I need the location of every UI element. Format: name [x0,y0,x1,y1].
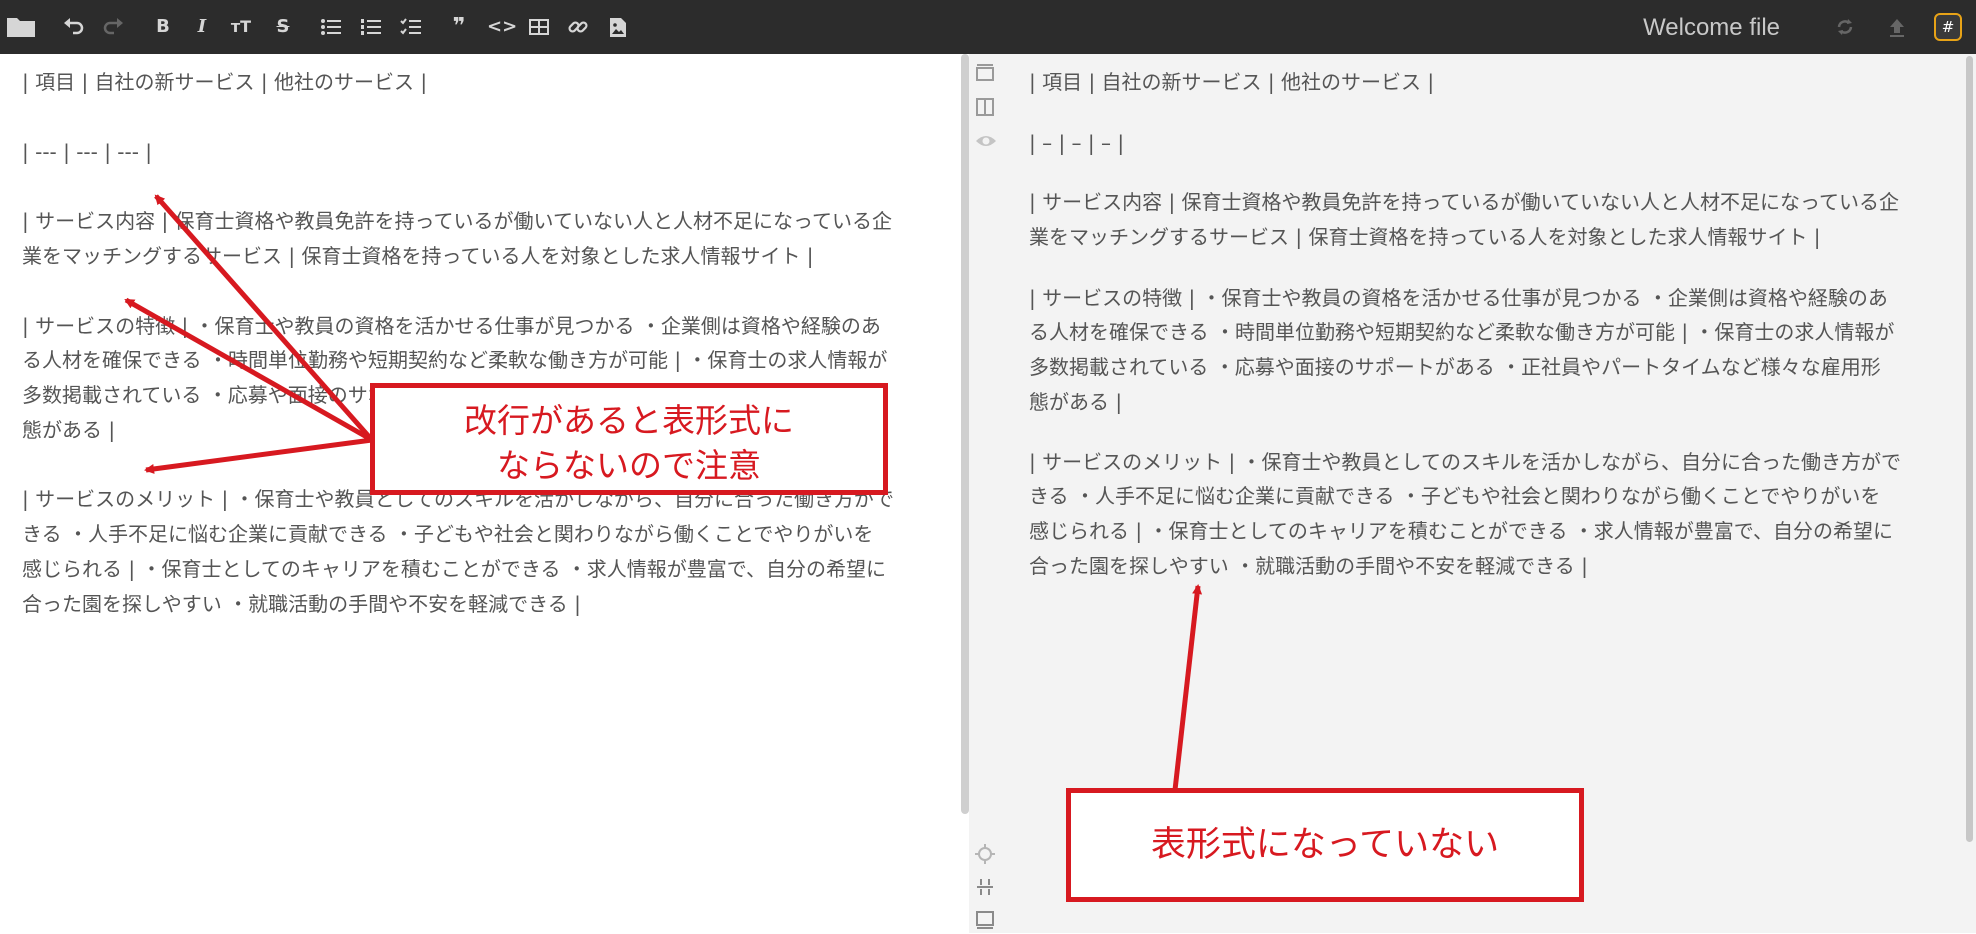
annotation-text: 改行があると表形式に [464,401,794,440]
annotation-arrow [144,437,373,474]
annotation-text: ならないので注意 [497,446,761,485]
annotation-callout-right: 表形式になっていない [1066,788,1584,902]
annotation-arrow [1172,584,1203,791]
annotation-arrows [124,194,1203,791]
annotation-arrow [124,297,374,443]
annotation-arrow [154,194,374,442]
annotation-callout-left: 改行があると表形式に ならないので注意 [370,383,888,495]
annotation-text: 表形式になっていない [1150,825,1500,865]
